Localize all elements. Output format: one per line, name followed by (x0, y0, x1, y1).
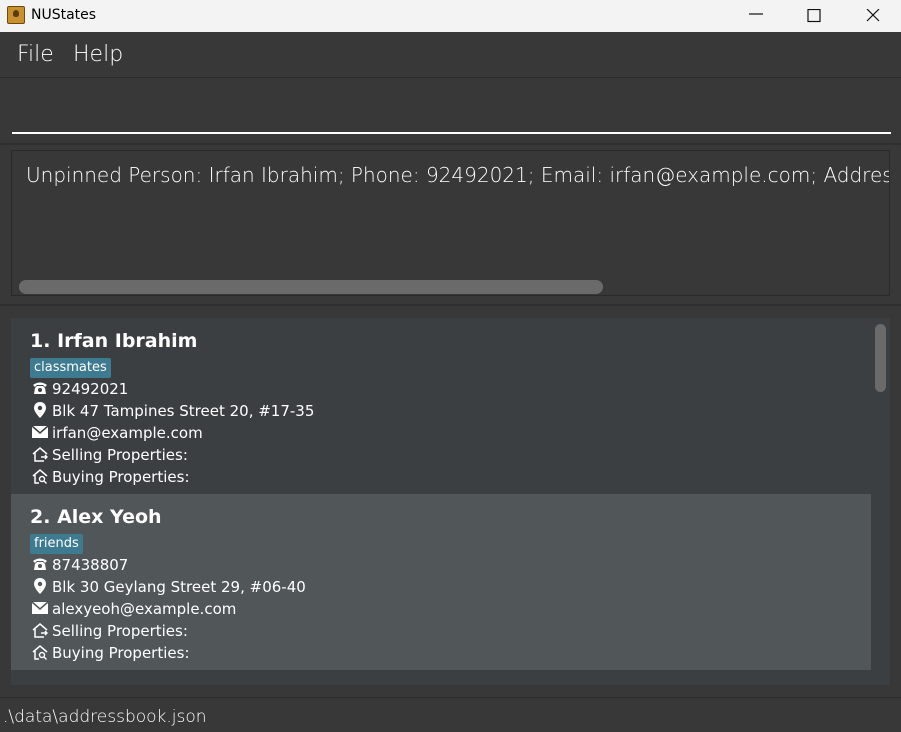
maximize-icon (807, 9, 821, 23)
command-input[interactable] (12, 84, 891, 134)
vertical-scrollbar[interactable] (875, 324, 886, 392)
tag-badge: friends (30, 534, 83, 554)
minimize-button[interactable] (733, 0, 779, 32)
maximize-button[interactable] (791, 0, 837, 32)
close-button[interactable] (850, 0, 896, 32)
phone-icon (33, 558, 47, 570)
menu-bar: File Help (0, 32, 901, 78)
envelope-icon (31, 425, 49, 438)
phone-icon (33, 382, 47, 394)
email-row: irfan@example.com (31, 422, 203, 444)
buying-row: Buying Properties: (31, 642, 190, 664)
person-card[interactable]: 2. Alex Yeoh friends 87438807 Blk 30 Gey… (11, 494, 871, 670)
window-title: NUStates (31, 7, 97, 23)
result-display[interactable]: Unpinned Person: Irfan Ibrahim; Phone: 9… (11, 150, 890, 296)
address-row: Blk 47 Tampines Street 20, #17-35 (31, 400, 314, 422)
result-text: Unpinned Person: Irfan Ibrahim; Phone: 9… (26, 163, 889, 187)
divider (0, 304, 901, 306)
phone-row: 92492021 (31, 378, 128, 400)
house-search-icon (32, 469, 48, 484)
menu-help[interactable]: Help (73, 42, 123, 67)
app-icon (7, 6, 25, 24)
envelope-icon (31, 601, 49, 614)
phone-row: 87438807 (31, 554, 128, 576)
person-name: 2. Alex Yeoh (30, 506, 162, 528)
house-search-icon (32, 645, 48, 660)
tag-badge: classmates (30, 358, 111, 378)
location-pin-icon (34, 578, 46, 594)
save-location: .\data\addressbook.json (3, 707, 207, 727)
person-card[interactable]: 1. Irfan Ibrahim classmates 92492021 Blk… (11, 318, 871, 494)
title-bar: NUStates (0, 0, 901, 32)
location-pin-icon (34, 402, 46, 418)
address-row: Blk 30 Geylang Street 29, #06-40 (31, 576, 306, 598)
divider (0, 143, 901, 145)
status-bar: .\data\addressbook.json (0, 697, 901, 732)
selling-row: Selling Properties: (31, 620, 188, 642)
selling-row: Selling Properties: (31, 444, 188, 466)
house-sell-icon (32, 447, 48, 462)
house-sell-icon (32, 623, 48, 638)
person-list: 1. Irfan Ibrahim classmates 92492021 Blk… (11, 318, 890, 685)
menu-file[interactable]: File (17, 42, 54, 67)
person-name: 1. Irfan Ibrahim (30, 330, 198, 352)
horizontal-scrollbar[interactable] (19, 280, 603, 294)
minimize-icon (749, 13, 763, 15)
email-row: alexyeoh@example.com (31, 598, 236, 620)
buying-row: Buying Properties: (31, 466, 190, 488)
close-icon (866, 9, 880, 22)
